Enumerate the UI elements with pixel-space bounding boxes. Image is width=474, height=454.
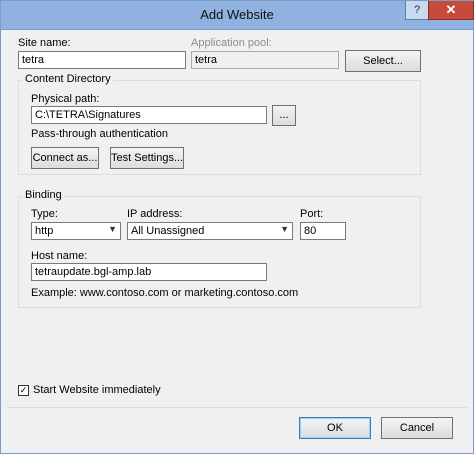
host-name-input[interactable]: tetraupdate.bgl-amp.lab — [31, 263, 267, 281]
checkmark-icon: ✓ — [19, 385, 28, 395]
ok-button[interactable]: OK — [299, 417, 371, 439]
footer-divider — [7, 407, 467, 408]
connect-as-button[interactable]: Connect as... — [31, 147, 99, 169]
binding-type-value: http — [35, 225, 54, 237]
binding-type-label: Type: — [31, 208, 58, 220]
close-button[interactable]: ✕ — [428, 1, 474, 20]
host-name-label: Host name: — [31, 250, 88, 262]
close-icon: ✕ — [445, 2, 457, 17]
help-icon: ? — [413, 4, 421, 16]
content-directory-title: Content Directory — [23, 73, 113, 85]
binding-title: Binding — [23, 189, 64, 201]
start-website-label: Start Website immediately — [33, 384, 161, 396]
start-website-checkbox[interactable]: ✓ — [18, 385, 29, 396]
title-bar: Add Website ? ✕ — [1, 1, 474, 30]
site-name-input[interactable]: tetra — [18, 51, 186, 69]
add-website-dialog: Add Website ? ✕ Site name: tetra Applica… — [0, 0, 474, 454]
pass-through-auth-label: Pass-through authentication — [31, 128, 168, 140]
ip-address-select[interactable]: All Unassigned ▼ — [127, 222, 293, 240]
select-app-pool-button[interactable]: Select... — [345, 50, 421, 72]
site-name-label: Site name: — [18, 37, 71, 49]
port-input[interactable]: 80 — [300, 222, 346, 240]
ip-address-value: All Unassigned — [131, 225, 205, 237]
physical-path-label: Physical path: — [31, 93, 100, 105]
port-label: Port: — [300, 208, 324, 220]
host-name-example: Example: www.contoso.com or marketing.co… — [31, 287, 299, 299]
chevron-down-icon: ▼ — [280, 224, 289, 234]
chevron-down-icon: ▼ — [108, 224, 117, 234]
dialog-title: Add Website — [200, 7, 274, 22]
application-pool-label: Application pool: — [191, 37, 272, 49]
help-button[interactable]: ? — [405, 1, 429, 20]
ip-address-label: IP address: — [127, 208, 183, 220]
test-settings-button[interactable]: Test Settings... — [110, 147, 184, 169]
browse-path-button[interactable]: ... — [272, 105, 296, 126]
cancel-button[interactable]: Cancel — [381, 417, 453, 439]
physical-path-input[interactable]: C:\TETRA\Signatures — [31, 106, 267, 124]
binding-type-select[interactable]: http ▼ — [31, 222, 121, 240]
application-pool-field: tetra — [191, 51, 339, 69]
